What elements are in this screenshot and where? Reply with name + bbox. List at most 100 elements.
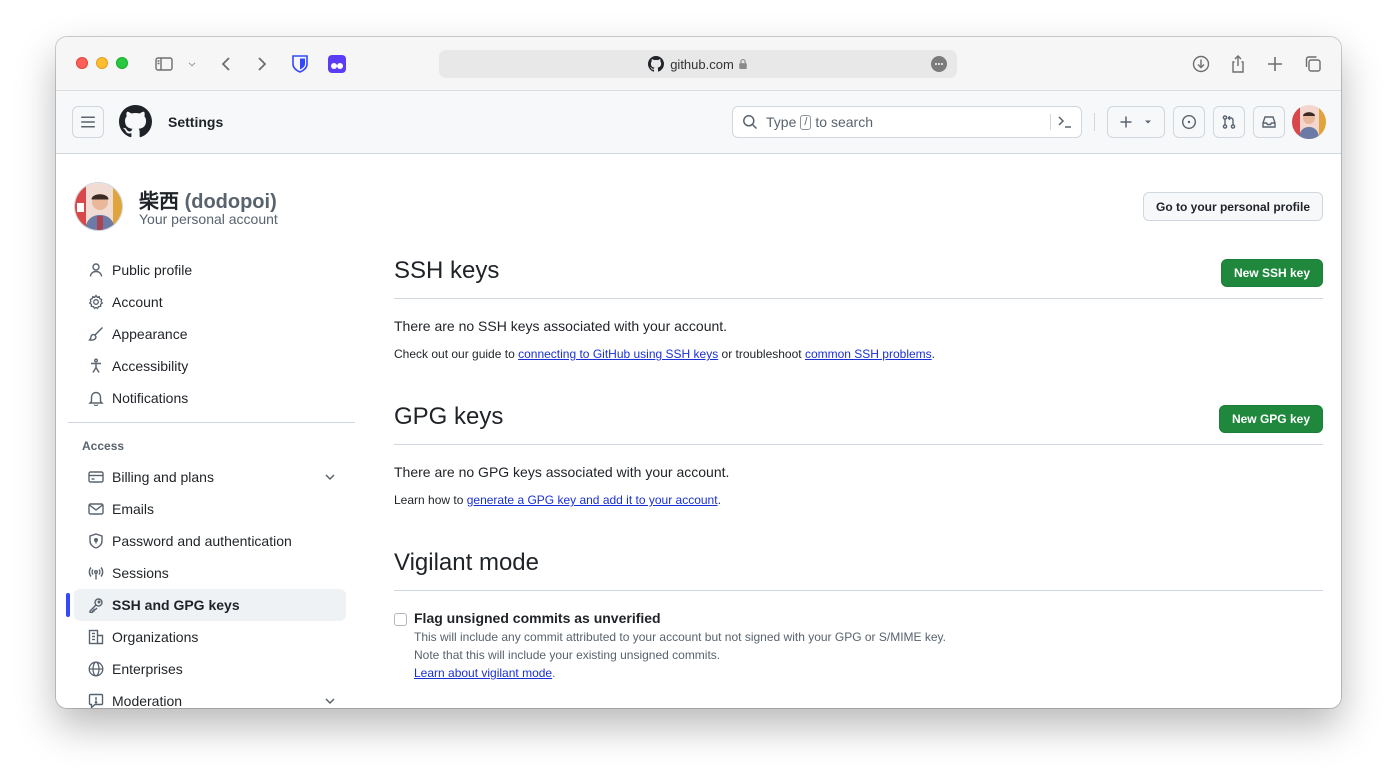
command-palette-icon[interactable]	[1057, 114, 1073, 130]
paintbrush-icon	[88, 326, 104, 342]
sidebar-item-public-profile[interactable]: Public profile	[74, 254, 346, 286]
ssh-help-middle: or troubleshoot	[721, 347, 802, 361]
search-input[interactable]: Type / to search	[732, 106, 1082, 138]
gpg-help-prefix: Learn how to	[394, 493, 464, 507]
ssh-problems-link[interactable]: common SSH problems	[805, 347, 932, 361]
sidebar-item-account[interactable]: Account	[74, 286, 346, 318]
create-new-button[interactable]	[1107, 106, 1165, 138]
sidebar-item-label: Public profile	[112, 262, 193, 278]
address-bar[interactable]: github.com	[439, 50, 957, 78]
back-icon[interactable]	[214, 52, 238, 76]
sidebar-item-appearance[interactable]: Appearance	[74, 318, 346, 350]
inbox-icon	[1262, 116, 1276, 128]
vigilant-mode-label[interactable]: Flag unsigned commits as unverified	[414, 610, 1323, 626]
broadcast-icon	[88, 565, 104, 581]
main-panel: SSH keys New SSH key There are no SSH ke…	[394, 254, 1323, 682]
gpg-help-suffix: .	[717, 493, 721, 507]
github-header: Settings Type / to search	[56, 91, 1341, 154]
extension-icon[interactable]	[325, 52, 349, 76]
profile-display-name: 柴西	[139, 191, 179, 213]
search-divider	[1050, 114, 1051, 130]
go-to-profile-button[interactable]: Go to your personal profile	[1142, 192, 1323, 221]
sidebar-item-sessions[interactable]: Sessions	[74, 557, 346, 589]
ssh-help-text: Check out our guide to connecting to Git…	[394, 347, 1323, 361]
issue-opened-icon	[1181, 114, 1197, 130]
sidebar-heading-access: Access	[82, 439, 125, 453]
plus-icon	[1120, 116, 1132, 128]
tab-overview-icon[interactable]	[1301, 52, 1325, 76]
sidebar-item-label: Enterprises	[112, 661, 183, 677]
new-gpg-key-button[interactable]: New GPG key	[1218, 405, 1323, 433]
ssh-section-header: SSH keys New SSH key	[394, 254, 1323, 299]
git-pull-request-icon	[1222, 115, 1236, 129]
sidebar-item-notifications[interactable]: Notifications	[74, 382, 346, 414]
vigilant-section-header: Vigilant mode	[394, 546, 1323, 591]
sidebar-item-ssh-gpg-keys[interactable]: SSH and GPG keys	[66, 589, 346, 621]
vigilant-mode-checkbox[interactable]	[394, 613, 407, 626]
gpg-help-text: Learn how to generate a GPG key and add …	[394, 493, 1323, 507]
sidebar-item-label: SSH and GPG keys	[112, 597, 240, 613]
ssh-guide-link[interactable]: connecting to GitHub using SSH keys	[518, 347, 718, 361]
sidebar-item-accessibility[interactable]: Accessibility	[74, 350, 346, 382]
shield-lock-icon	[88, 533, 104, 549]
vigilant-mode-option: Flag unsigned commits as unverified This…	[394, 610, 1323, 682]
sidebar-item-label: Accessibility	[112, 358, 189, 374]
lock-icon	[739, 59, 747, 69]
sidebar-item-emails[interactable]: Emails	[74, 493, 346, 525]
minimize-window-button[interactable]	[96, 57, 108, 69]
search-placeholder-prefix: Type	[766, 114, 797, 130]
settings-sidebar: Public profile Account Appearance Access…	[66, 254, 358, 708]
bitwarden-extension-icon[interactable]	[288, 52, 312, 76]
sidebar-divider	[68, 422, 355, 423]
triangle-down-icon	[1145, 120, 1151, 124]
new-tab-icon[interactable]	[1263, 52, 1287, 76]
globe-icon	[88, 661, 104, 677]
share-icon[interactable]	[1226, 52, 1250, 76]
bell-icon	[88, 390, 104, 406]
gpg-empty-text: There are no GPG keys associated with yo…	[394, 464, 730, 480]
downloads-icon[interactable]	[1189, 52, 1213, 76]
inbox-button[interactable]	[1253, 106, 1285, 138]
page-title[interactable]: Settings	[168, 114, 223, 130]
gear-icon	[88, 294, 104, 310]
profile-avatar	[74, 182, 123, 231]
chevron-down-icon[interactable]	[322, 469, 338, 485]
credit-card-icon	[88, 469, 104, 485]
vigilant-desc-line1: This will include any commit attributed …	[414, 630, 947, 644]
sidebar-item-organizations[interactable]: Organizations	[74, 621, 346, 653]
sidebar-item-billing[interactable]: Billing and plans	[74, 461, 346, 493]
ssh-section-title: SSH keys	[394, 257, 500, 284]
gpg-section-title: GPG keys	[394, 403, 504, 430]
chevron-down-icon[interactable]	[322, 693, 338, 708]
browser-window: github.com Settings Type / to search 柴西 …	[56, 37, 1341, 708]
issues-button[interactable]	[1173, 106, 1205, 138]
user-avatar[interactable]	[1292, 105, 1326, 139]
vigilant-desc-line2: Note that this will include your existin…	[414, 648, 721, 662]
forward-icon[interactable]	[250, 52, 274, 76]
close-window-button[interactable]	[76, 57, 88, 69]
github-logo-icon[interactable]	[119, 105, 152, 138]
person-icon	[88, 262, 104, 278]
sidebar-item-label: Organizations	[112, 629, 199, 645]
pull-requests-button[interactable]	[1213, 106, 1245, 138]
accessibility-icon	[88, 358, 104, 374]
sidebar-item-password[interactable]: Password and authentication	[74, 525, 346, 557]
report-icon	[88, 693, 104, 708]
menu-button[interactable]	[72, 106, 104, 138]
zoom-window-button[interactable]	[116, 57, 128, 69]
search-shortcut-key: /	[800, 114, 812, 130]
sidebar-toggle-icon[interactable]	[152, 52, 176, 76]
vigilant-learn-link[interactable]: Learn about vigilant mode	[414, 666, 552, 680]
hamburger-icon	[81, 116, 95, 128]
page-menu-icon[interactable]	[931, 56, 947, 72]
mail-icon	[88, 501, 104, 517]
gpg-guide-link[interactable]: generate a GPG key and add it to your ac…	[467, 493, 718, 507]
profile-name: 柴西 (dodopoi)	[139, 185, 277, 214]
new-ssh-key-button[interactable]: New SSH key	[1220, 259, 1323, 287]
url-text: github.com	[670, 56, 734, 72]
sidebar-item-moderation[interactable]: Moderation	[74, 685, 346, 708]
chevron-down-icon[interactable]	[182, 52, 202, 76]
sidebar-item-enterprises[interactable]: Enterprises	[74, 653, 346, 685]
sidebar-item-label: Appearance	[112, 326, 188, 342]
sidebar-item-label: Emails	[112, 501, 155, 517]
